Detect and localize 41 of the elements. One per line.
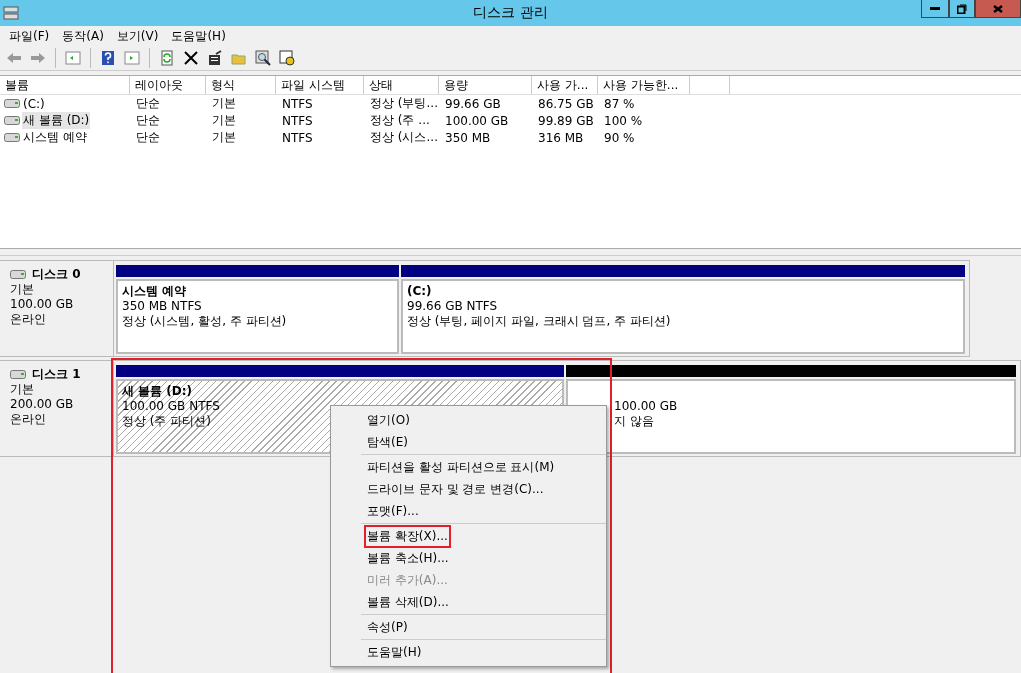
table-cell: 단순 [136, 129, 160, 146]
disk-type: 기본 [10, 282, 35, 297]
table-cell: 정상 (시스... [370, 129, 438, 146]
disk-size: 100.00 GB [10, 297, 75, 312]
disk-type: 기본 [10, 382, 35, 397]
table-cell: 350 MB [445, 130, 491, 145]
table-cell: 100.00 GB [445, 113, 509, 128]
partition-status: 정상 (시스템, 활성, 주 파티션) [122, 314, 287, 329]
partition-name: 새 볼륨 (D:) [122, 384, 193, 399]
disk-name: 디스크 0 [32, 267, 81, 282]
disk-name: 디스크 1 [32, 367, 81, 382]
disk-status: 온라인 [10, 312, 47, 327]
table-cell: 기본 [212, 129, 236, 146]
disk-status: 온라인 [10, 412, 47, 427]
table-cell: 86.75 GB [538, 96, 594, 111]
partition-size: 350 MB NTFS [122, 299, 202, 314]
partition-status: 정상 (부팅, 페이지 파일, 크래시 덤프, 주 파티션) [407, 314, 671, 329]
table-cell: 기본 [212, 95, 236, 112]
partition-name: 시스템 예약 [122, 284, 187, 299]
table-cell: NTFS [282, 96, 313, 111]
partition-size: 100.00 GB [614, 399, 678, 414]
table-cell: 정상 (주 ... [370, 112, 430, 129]
table-cell: 90 % [604, 130, 635, 145]
partition-status: 지 않음 [614, 414, 654, 429]
table-cell: 정상 (부팅... [370, 95, 438, 112]
partition-status: 정상 (주 파티션) [122, 414, 211, 429]
table-cell: 99.66 GB [445, 96, 501, 111]
table-cell: NTFS [282, 130, 313, 145]
partition-size: 100.00 GB NTFS [122, 399, 220, 414]
table-cell: 87 % [604, 96, 635, 111]
table-cell: 단순 [136, 112, 160, 129]
table-cell: 316 MB [538, 130, 584, 145]
table-cell: 100 % [604, 113, 643, 128]
table-cell: 기본 [212, 112, 236, 129]
window-title: 디스크 관리 [473, 4, 548, 22]
disk-size: 200.00 GB [10, 397, 75, 412]
table-cell: 99.89 GB [538, 113, 594, 128]
table-cell: 단순 [136, 95, 160, 112]
partition-name: (C:) [407, 284, 432, 299]
table-cell: NTFS [282, 113, 313, 128]
partition-size: 99.66 GB NTFS [407, 299, 498, 314]
